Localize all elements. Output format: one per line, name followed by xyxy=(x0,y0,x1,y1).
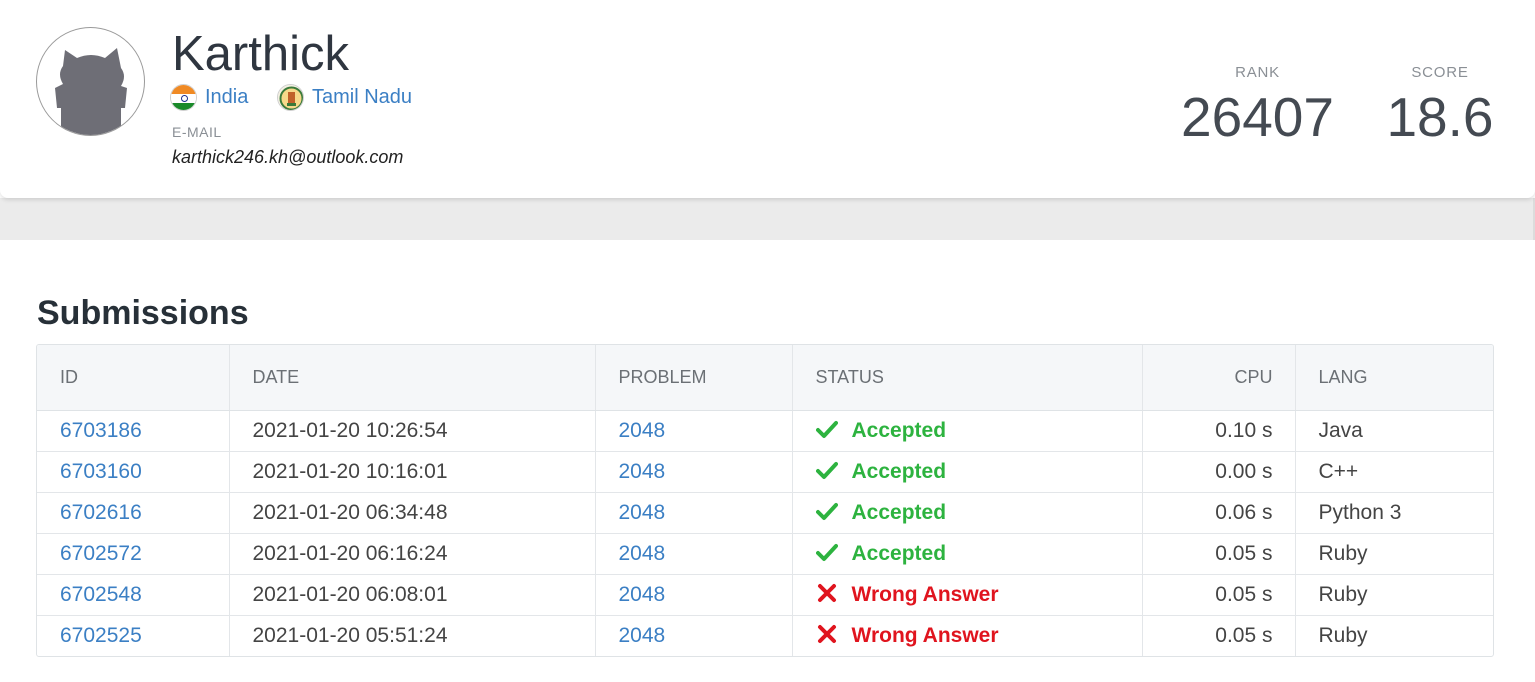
problem-cell: 2048 xyxy=(595,451,793,493)
submission-id-link[interactable]: 6703160 xyxy=(60,460,142,483)
checkmark-icon xyxy=(815,500,838,526)
table-row: 6703186 2021-01-20 10:26:54 2048 Accepted 0.… xyxy=(37,410,1493,452)
rank-stat: RANK 26407 xyxy=(1170,64,1345,149)
status-badge: Accepted xyxy=(815,500,1142,526)
submission-id-cell: 6703186 xyxy=(37,410,230,452)
default-avatar-icon xyxy=(36,27,145,136)
status-cell: Accepted xyxy=(792,492,1143,534)
cpu-time: 0.06 s xyxy=(1142,492,1296,534)
language: Python 3 xyxy=(1295,492,1493,534)
submission-id-link[interactable]: 6702572 xyxy=(60,542,142,565)
problem-cell: 2048 xyxy=(595,615,793,656)
status-cell: Wrong Answer xyxy=(792,615,1143,656)
problem-link[interactable]: 2048 xyxy=(619,419,666,442)
status-badge: Wrong Answer xyxy=(816,582,1142,608)
status-badge: Accepted xyxy=(815,418,1142,444)
language: Ruby xyxy=(1295,533,1493,575)
email-label: E-MAIL xyxy=(172,124,222,140)
status-cell: Accepted xyxy=(792,451,1143,493)
checkmark-icon xyxy=(815,418,838,444)
region-link[interactable]: Tamil Nadu xyxy=(277,83,412,111)
status-badge: Wrong Answer xyxy=(816,623,1142,649)
status-label: Accepted xyxy=(851,541,947,565)
problem-link[interactable]: 2048 xyxy=(619,542,666,565)
status-badge: Accepted xyxy=(815,541,1142,567)
country-label: India xyxy=(205,85,249,108)
problem-link[interactable]: 2048 xyxy=(619,583,666,606)
submission-id-link[interactable]: 6702616 xyxy=(60,501,142,524)
table-row: 6703160 2021-01-20 10:16:01 2048 Accepted 0.… xyxy=(37,451,1493,493)
submission-date: 2021-01-20 06:16:24 xyxy=(229,533,596,575)
language: Ruby xyxy=(1295,574,1493,616)
email-value: karthick246.kh@outlook.com xyxy=(172,147,404,167)
table-row: 6702548 2021-01-20 06:08:01 2048 Wrong Answ… xyxy=(37,574,1493,616)
language: C++ xyxy=(1295,451,1493,493)
india-flag-icon xyxy=(170,83,197,111)
submissions-title: Submissions xyxy=(37,294,249,332)
column-header-status[interactable]: STATUS xyxy=(792,345,1143,411)
status-cell: Accepted xyxy=(792,410,1143,452)
column-header-date[interactable]: DATE xyxy=(229,345,596,411)
status-badge: Accepted xyxy=(815,459,1142,485)
page-background-band xyxy=(0,198,1535,240)
table-header-row: ID DATE PROBLEM STATUS CPU LANG xyxy=(37,345,1493,411)
submission-id-link[interactable]: 6702525 xyxy=(60,624,142,647)
cpu-time: 0.00 s xyxy=(1142,451,1296,493)
column-header-problem[interactable]: PROBLEM xyxy=(595,345,793,411)
language: Java xyxy=(1295,410,1493,452)
problem-cell: 2048 xyxy=(595,533,793,575)
table-row: 6702572 2021-01-20 06:16:24 2048 Accepted 0.… xyxy=(37,533,1493,575)
submission-date: 2021-01-20 10:16:01 xyxy=(229,451,596,493)
submission-date: 2021-01-20 10:26:54 xyxy=(229,410,596,452)
status-label: Accepted xyxy=(851,418,947,442)
checkmark-icon xyxy=(815,541,838,567)
problem-link[interactable]: 2048 xyxy=(619,501,666,524)
cross-icon xyxy=(816,623,838,649)
rank-value: 26407 xyxy=(1181,86,1334,148)
checkmark-icon xyxy=(815,459,838,485)
cpu-time: 0.05 s xyxy=(1142,533,1296,575)
profile-name: Karthick xyxy=(172,27,350,81)
submission-id-cell: 6702548 xyxy=(37,574,230,616)
problem-cell: 2048 xyxy=(595,492,793,534)
status-label: Wrong Answer xyxy=(851,623,999,647)
column-header-cpu[interactable]: CPU xyxy=(1142,345,1296,411)
status-label: Wrong Answer xyxy=(851,582,999,606)
table-row: 6702525 2021-01-20 05:51:24 2048 Wrong Answ… xyxy=(37,615,1493,656)
status-cell: Accepted xyxy=(792,533,1143,575)
tamil-nadu-emblem-icon xyxy=(277,83,304,111)
submission-id-cell: 6703160 xyxy=(37,451,230,493)
submission-id-link[interactable]: 6703186 xyxy=(60,419,142,442)
problem-cell: 2048 xyxy=(595,410,793,452)
column-header-id[interactable]: ID xyxy=(37,345,230,411)
submissions-table: ID DATE PROBLEM STATUS CPU LANG 6703186 2… xyxy=(36,344,1494,657)
problem-link[interactable]: 2048 xyxy=(619,624,666,647)
language: Ruby xyxy=(1318,623,1368,647)
cpu-time: 0.05 s xyxy=(1142,574,1296,616)
submission-id-link[interactable]: 6702548 xyxy=(60,583,142,606)
status-cell: Wrong Answer xyxy=(792,574,1143,616)
problem-cell: 2048 xyxy=(595,574,793,616)
rank-label: RANK xyxy=(1235,64,1280,81)
score-stat: SCORE 18.6 xyxy=(1375,64,1505,149)
status-label: Accepted xyxy=(851,500,947,524)
country-link[interactable]: India xyxy=(170,83,248,111)
submission-id-cell: 6702572 xyxy=(37,533,230,575)
score-value: 18.6 xyxy=(1386,86,1494,148)
region-label: Tamil Nadu xyxy=(312,85,413,108)
cross-icon xyxy=(816,582,838,608)
submission-date: 2021-01-20 06:08:01 xyxy=(229,574,596,616)
column-header-lang[interactable]: LANG xyxy=(1295,345,1493,411)
status-label: Accepted xyxy=(851,459,947,483)
submission-date: 2021-01-20 05:51:24 xyxy=(229,615,596,656)
submission-id-cell: 6702525 xyxy=(37,615,230,656)
submission-id-cell: 6702616 xyxy=(37,492,230,534)
problem-link[interactable]: 2048 xyxy=(619,460,666,483)
profile-card: Karthick India Tamil Nadu E-MAIL karthic… xyxy=(0,0,1535,198)
table-row: 6702616 2021-01-20 06:34:48 2048 Accepted 0.… xyxy=(37,492,1493,534)
submission-date: 2021-01-20 06:34:48 xyxy=(229,492,596,534)
score-label: SCORE xyxy=(1411,64,1469,81)
cpu-time: 0.10 s xyxy=(1142,410,1296,452)
cpu-time: 0.05 s xyxy=(1142,615,1296,656)
